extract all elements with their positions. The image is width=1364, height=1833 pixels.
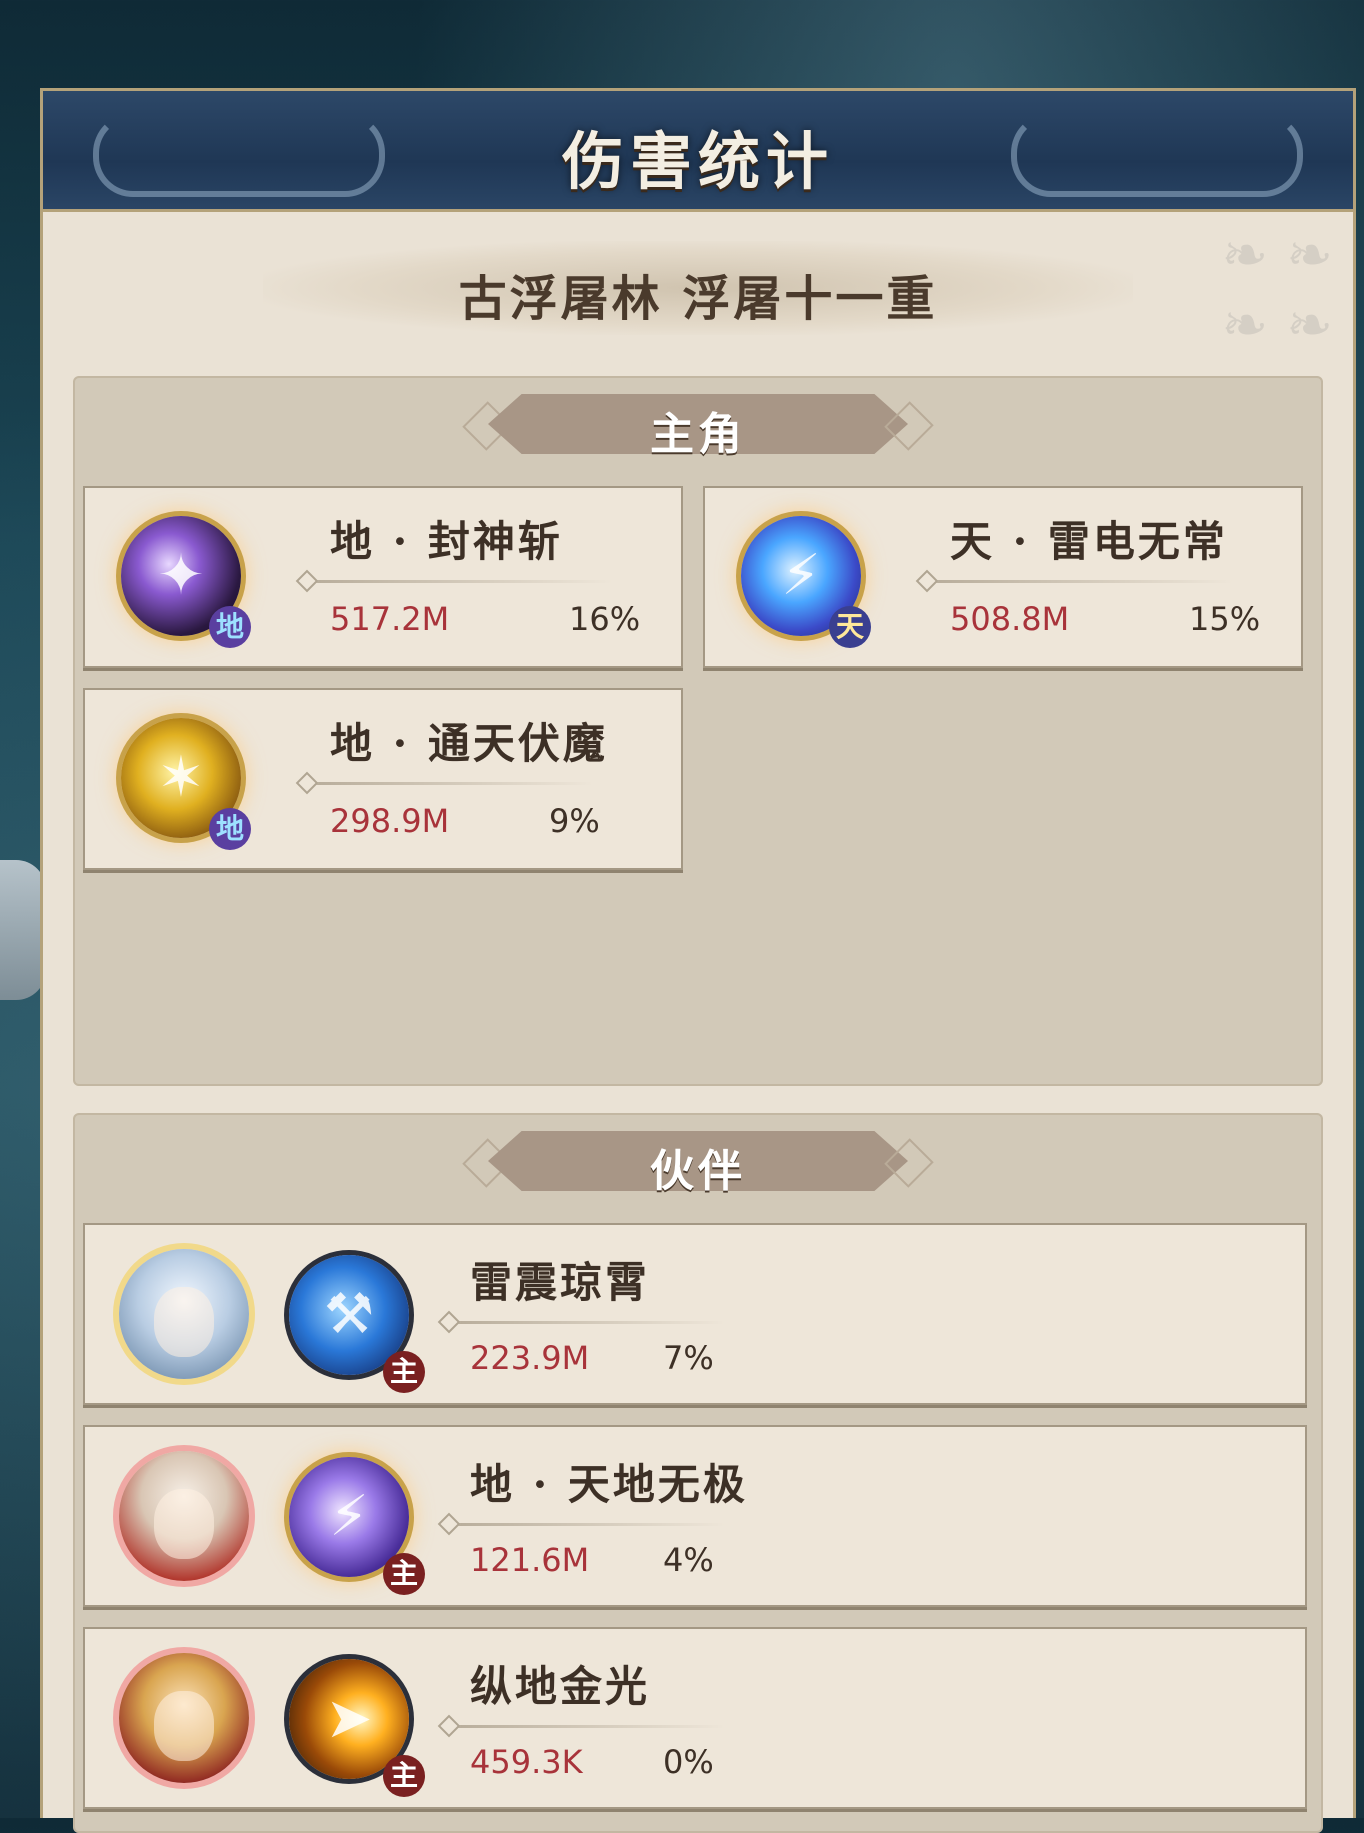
progress-line [455,1725,725,1728]
main-character-section: 主角 ✦ 地 地 · 封神斩 517.2M 16% ⚡ 天 天 · 雷电无常 5… [73,376,1323,1086]
damage-value: 223.9M [470,1339,590,1377]
panel-title: 伤害统计 [561,125,834,198]
skill-name: 天 · 雷电无常 [950,517,1228,566]
damage-value: 298.9M [330,802,450,840]
partner-card[interactable]: ➤ 主 纵地金光 459.3K 0% [83,1627,1307,1809]
skill-name: 地 · 封神斩 [330,517,563,566]
damage-stats-panel: 伤害统计 ❧ ❧ ❧ ❧ 古浮屠林 浮屠十一重 主角 ✦ 地 地 · 封神斩 51… [40,88,1356,1833]
progress-line [455,1321,725,1324]
element-badge: 地 [209,606,251,648]
partner-section: 伙伴 ⚒ 主 雷震琼霄 223.9M 7% ⚡ 主 地 · 天地无极 121.6… [73,1113,1323,1833]
damage-value: 508.8M [950,600,1070,638]
partner-skill-name: 纵地金光 [470,1662,651,1711]
section-tag-main: 主角 [458,394,938,460]
partner-avatar [119,1653,249,1783]
progress-line [313,782,593,785]
partner-card[interactable]: ⚡ 主 地 · 天地无极 121.6M 4% [83,1425,1307,1607]
lead-badge: 主 [383,1351,425,1393]
progress-line [313,580,613,583]
progress-line [933,580,1233,583]
damage-value: 517.2M [330,600,450,638]
panel-header: 伤害统计 [43,91,1353,212]
damage-percent: 16% [569,600,641,638]
element-badge: 地 [209,808,251,850]
skill-name: 地 · 通天伏魔 [330,719,608,768]
progress-line [455,1523,725,1526]
damage-percent: 7% [663,1339,714,1377]
partner-skill-name: 地 · 天地无极 [470,1460,748,1509]
damage-percent: 4% [663,1541,714,1579]
section-tag-partner: 伙伴 [458,1131,938,1197]
partner-avatar [119,1249,249,1379]
element-badge: 天 [829,606,871,648]
lead-badge: 主 [383,1755,425,1797]
damage-value: 121.6M [470,1541,590,1579]
section-label: 伙伴 [650,1146,746,1197]
skill-card[interactable]: ⚡ 天 天 · 雷电无常 508.8M 15% [703,486,1303,668]
section-label: 主角 [650,409,746,460]
partner-skill-name: 雷震琼霄 [470,1258,651,1307]
partner-card[interactable]: ⚒ 主 雷震琼霄 223.9M 7% [83,1223,1307,1405]
lead-badge: 主 [383,1553,425,1595]
damage-percent: 0% [663,1743,714,1781]
damage-percent: 9% [549,802,600,840]
damage-percent: 15% [1189,600,1261,638]
damage-value: 459.3K [470,1743,583,1781]
skill-card[interactable]: ✶ 地 地 · 通天伏魔 298.9M 9% [83,688,683,870]
stage-name: 古浮屠林 浮屠十一重 [458,271,938,327]
skill-card[interactable]: ✦ 地 地 · 封神斩 517.2M 16% [83,486,683,668]
partner-avatar [119,1451,249,1581]
